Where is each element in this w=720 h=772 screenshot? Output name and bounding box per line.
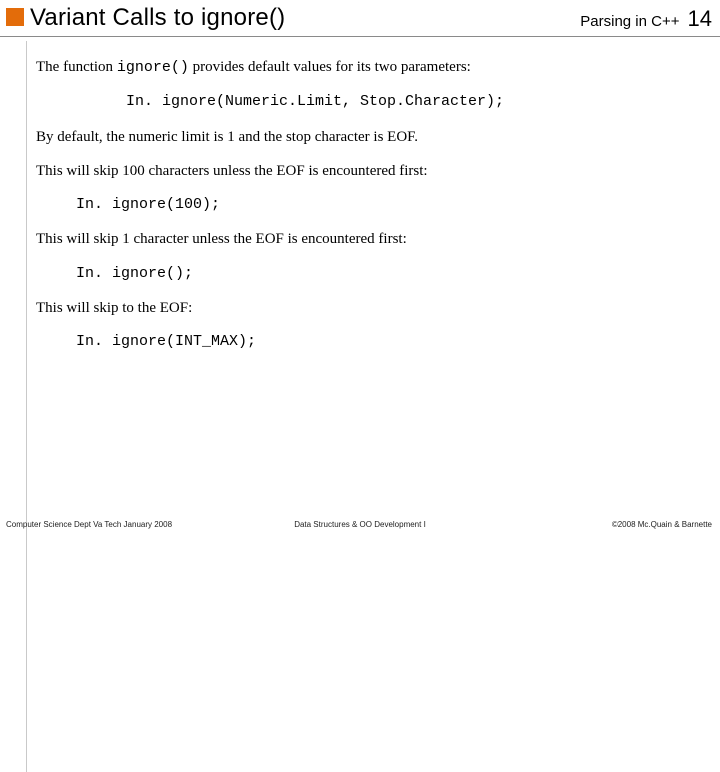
slide-subject: Parsing in C++ xyxy=(580,13,679,30)
slide-footer: Computer Science Dept Va Tech January 20… xyxy=(0,514,720,534)
intro-paragraph: The function ignore() provides default v… xyxy=(36,57,692,78)
case2-code: In. ignore(); xyxy=(76,264,692,284)
default-note: By default, the numeric limit is 1 and t… xyxy=(36,127,692,147)
case3-label: This will skip to the EOF: xyxy=(36,298,692,318)
slide-header: Variant Calls to ignore() Parsing in C++… xyxy=(0,0,720,34)
footer-right: ©2008 Mc.Quain & Barnette xyxy=(612,520,712,529)
slide-title: Variant Calls to ignore() xyxy=(30,4,580,32)
header-right: Parsing in C++ 14 xyxy=(580,6,712,32)
intro-prefix: The function xyxy=(36,59,117,75)
intro-code: ignore() xyxy=(117,59,189,76)
slide-body: The function ignore() provides default v… xyxy=(0,37,720,352)
footer-left: Computer Science Dept Va Tech January 20… xyxy=(6,520,172,529)
slide: Variant Calls to ignore() Parsing in C++… xyxy=(0,0,720,540)
case1-code: In. ignore(100); xyxy=(76,195,692,215)
case3-code: In. ignore(INT_MAX); xyxy=(76,332,692,352)
signature-code: In. ignore(Numeric.Limit, Stop.Character… xyxy=(126,92,692,112)
case2-label: This will skip 1 character unless the EO… xyxy=(36,229,692,249)
slide-number: 14 xyxy=(688,6,712,32)
bullet-square-icon xyxy=(6,8,24,26)
case1-label: This will skip 100 characters unless the… xyxy=(36,161,692,181)
intro-suffix: provides default values for its two para… xyxy=(189,59,471,75)
